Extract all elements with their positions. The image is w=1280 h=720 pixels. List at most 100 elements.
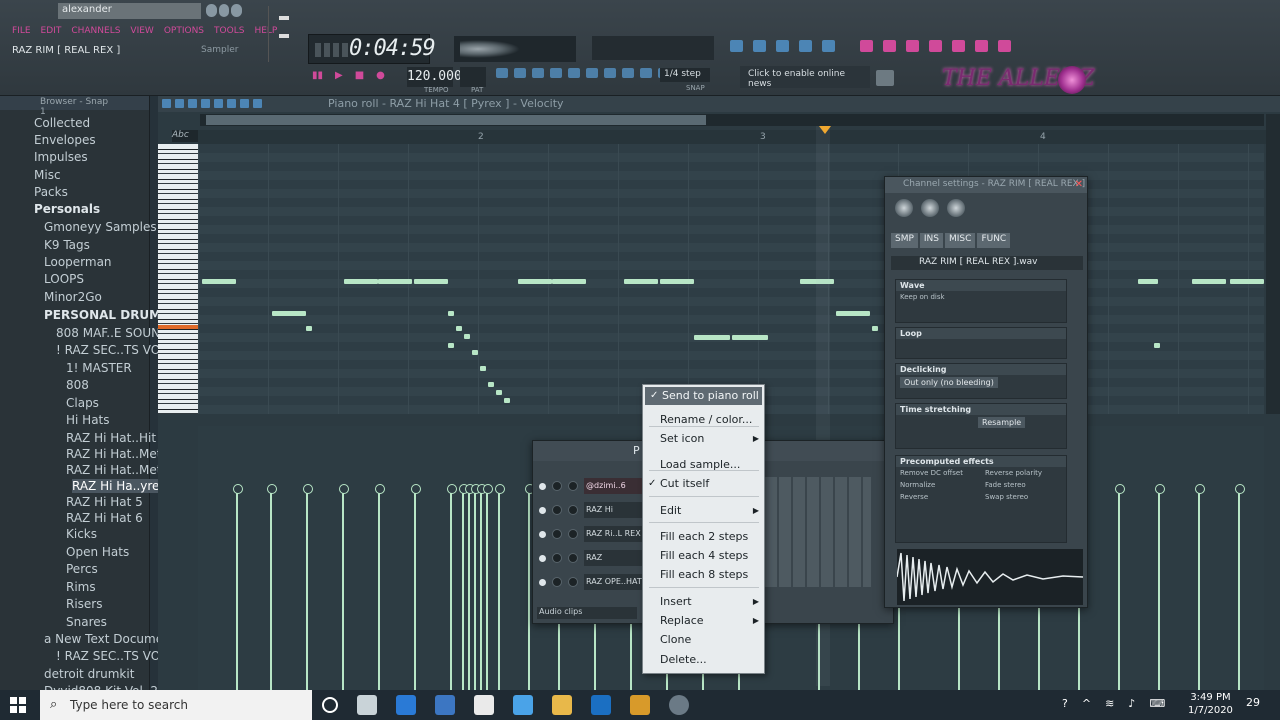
slice-tool-icon[interactable]: [214, 99, 223, 108]
channel-mute-light[interactable]: [539, 554, 546, 562]
note[interactable]: [344, 279, 378, 284]
online-news-panel[interactable]: Click to enable online news: [740, 66, 870, 89]
midi-icon[interactable]: [604, 68, 616, 78]
note[interactable]: [624, 279, 658, 284]
note[interactable]: [306, 326, 312, 331]
note[interactable]: [480, 366, 486, 371]
context-menu-item[interactable]: Fill each 8 steps: [643, 566, 764, 584]
user-name-field[interactable]: alexander: [58, 3, 201, 19]
effect-checkbox[interactable]: Reverse: [896, 491, 981, 503]
tab-misc[interactable]: MISC: [945, 233, 976, 248]
play-button[interactable]: ▶: [335, 70, 343, 81]
snap-selector[interactable]: 1/4 step: [660, 68, 710, 82]
declicking-mode-dropdown[interactable]: Out only (no bleeding): [900, 377, 998, 388]
render-icon[interactable]: [906, 40, 919, 52]
notifications-badge[interactable]: 29: [1246, 696, 1260, 709]
context-menu-item[interactable]: ✓ Send to piano roll: [645, 387, 762, 405]
note[interactable]: [1154, 343, 1160, 348]
channel-mute-light[interactable]: [539, 482, 546, 490]
channel-name-button[interactable]: @dzimi..6 BPM: [584, 478, 642, 494]
browser-item[interactable]: Hi Hats: [66, 413, 110, 427]
note[interactable]: [414, 279, 448, 284]
typing-keyboard-icon[interactable]: [622, 68, 634, 78]
note[interactable]: [464, 334, 470, 339]
velocity-bar[interactable]: [465, 484, 475, 690]
browser-item[interactable]: Snares: [66, 615, 107, 629]
note[interactable]: [456, 326, 462, 331]
effect-checkbox[interactable]: Swap stereo: [981, 491, 1066, 503]
context-menu-item[interactable]: Load sample...: [643, 456, 764, 474]
pattern-song-toggle[interactable]: ▮▮: [312, 70, 323, 81]
paint-tool-icon[interactable]: [175, 99, 184, 108]
context-menu-item[interactable]: Clone: [643, 631, 764, 649]
cortana-icon[interactable]: [322, 697, 338, 713]
note[interactable]: [378, 279, 412, 284]
stretch-mode-dropdown[interactable]: Resample: [978, 417, 1026, 428]
sample-waveform[interactable]: [897, 549, 1083, 605]
news-button[interactable]: [876, 70, 894, 86]
fl-studio-icon[interactable]: [630, 695, 650, 715]
effect-checkbox[interactable]: Remove DC offset: [896, 467, 981, 479]
stop-button[interactable]: ■: [355, 70, 364, 81]
pan-knob[interactable]: [552, 481, 562, 491]
app-icon[interactable]: [513, 695, 533, 715]
browser-item[interactable]: Percs: [66, 562, 98, 576]
plugin-icon[interactable]: [975, 40, 988, 52]
pan-knob[interactable]: [552, 577, 562, 587]
velocity-bar[interactable]: [525, 484, 535, 690]
note[interactable]: [504, 398, 510, 403]
piano-roll-icon[interactable]: [753, 40, 766, 52]
help-icon[interactable]: [998, 40, 1011, 52]
playlist-icon[interactable]: [730, 40, 743, 52]
select-tool-icon[interactable]: [227, 99, 236, 108]
mixer-icon[interactable]: [799, 40, 812, 52]
channel-name-button[interactable]: RAZ Ri..L REX ]: [584, 526, 642, 542]
pan-knob[interactable]: [552, 505, 562, 515]
file-explorer-icon[interactable]: [552, 695, 572, 715]
record-button[interactable]: ●: [376, 70, 385, 81]
note[interactable]: [552, 279, 586, 284]
context-menu-item[interactable]: Fill each 4 steps: [643, 547, 764, 565]
velocity-bar[interactable]: [375, 484, 385, 690]
velocity-bar[interactable]: [233, 484, 243, 690]
master-volume-slider[interactable]: [268, 6, 298, 62]
channel-name-button[interactable]: RAZ Hi H..yrex ]: [584, 502, 642, 518]
browser-item[interactable]: Kicks: [66, 527, 97, 541]
pan-knob[interactable]: [895, 199, 913, 217]
note[interactable]: [660, 279, 694, 284]
channel-mute-light[interactable]: [539, 506, 546, 514]
draw-tool-icon[interactable]: [162, 99, 171, 108]
effect-checkbox[interactable]: Reverse polarity: [981, 467, 1066, 479]
browser-item[interactable]: Claps: [66, 396, 99, 410]
zoom-tool-icon[interactable]: [240, 99, 249, 108]
channel-row[interactable]: @dzimi..6 BPM: [539, 477, 642, 495]
channel-row[interactable]: RAZ 80..SPINZ ]: [539, 549, 642, 567]
channel-row[interactable]: RAZ Hi H..yrex ]: [539, 501, 642, 519]
sample-file-field[interactable]: RAZ RIM [ REAL REX ].wav: [891, 256, 1083, 270]
close-icon[interactable]: ✕: [1075, 179, 1083, 190]
note[interactable]: [694, 335, 730, 340]
browser-item[interactable]: Gmoneyy Samples: [44, 220, 157, 234]
browser-item[interactable]: Collected: [34, 116, 90, 130]
tab-ins[interactable]: INS: [919, 233, 944, 248]
time-display[interactable]: 0:04:59: [308, 34, 436, 64]
browser-item[interactable]: Packs: [34, 185, 68, 199]
note[interactable]: [732, 335, 768, 340]
network-icon[interactable]: ≋: [1105, 697, 1114, 710]
effect-checkbox[interactable]: Fade stereo: [981, 479, 1066, 491]
note[interactable]: [1192, 279, 1226, 284]
tempo-display[interactable]: 120.000: [407, 67, 462, 87]
browser-item[interactable]: Personals: [34, 202, 100, 216]
browser-item[interactable]: detroit drumkit: [44, 667, 134, 681]
note[interactable]: [872, 326, 878, 331]
velocity-bar[interactable]: [339, 484, 349, 690]
velocity-bar[interactable]: [477, 484, 487, 690]
browser-item[interactable]: LOOPS: [44, 272, 84, 286]
store-icon[interactable]: [435, 695, 455, 715]
browser-item[interactable]: RAZ Hi Hat 6: [66, 511, 143, 525]
volume-icon[interactable]: ♪: [1128, 697, 1135, 710]
browser-item[interactable]: K9 Tags: [44, 238, 90, 252]
note[interactable]: [836, 311, 870, 316]
menu-item[interactable]: VIEW: [130, 26, 153, 36]
blend-icon[interactable]: [568, 68, 580, 78]
